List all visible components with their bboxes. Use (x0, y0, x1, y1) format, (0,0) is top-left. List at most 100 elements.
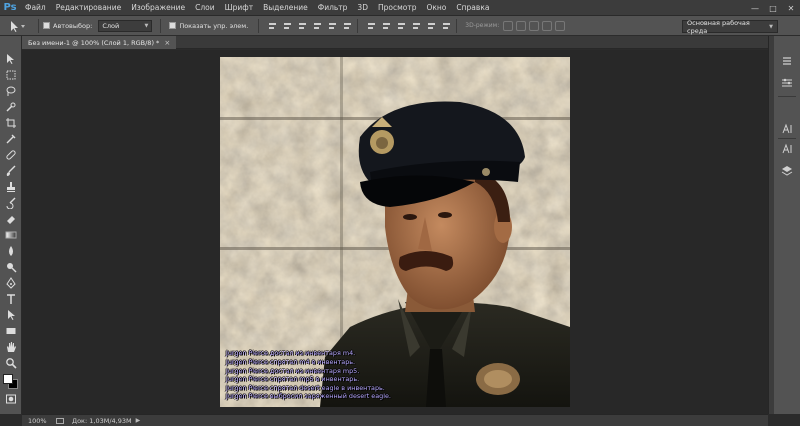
character-panel-icon[interactable] (780, 122, 794, 136)
status-menu-arrow-icon[interactable]: ▶ (136, 417, 141, 424)
scale-3d-icon[interactable] (555, 20, 566, 31)
slide-3d-icon[interactable] (542, 20, 553, 31)
zoom-tool-icon[interactable] (3, 356, 19, 370)
distribute-vcenter-icon[interactable] (381, 21, 392, 31)
distribute-group (366, 21, 452, 31)
properties-panel-icon[interactable] (780, 76, 794, 90)
menu-filter[interactable]: Фильтр (313, 0, 353, 16)
autoselect-dropdown[interactable]: Слой ▼ (98, 19, 153, 32)
menu-edit[interactable]: Редактирование (51, 0, 126, 16)
eyedropper-tool-icon[interactable] (3, 132, 19, 146)
clone-stamp-tool-icon[interactable] (3, 180, 19, 194)
align-bottom-icon[interactable] (297, 21, 308, 31)
chat-line: Jurgen Pierce достал из инвентаря m4. (226, 349, 356, 358)
menu-file[interactable]: Файл (20, 0, 51, 16)
distribute-right-icon[interactable] (441, 21, 452, 31)
foreground-color-swatch[interactable] (3, 374, 13, 384)
options-bar: Автовыбор: Слой ▼ Показать упр. элем. 3D… (0, 16, 800, 36)
workspace-value: Основная рабочая среда (687, 18, 750, 35)
separator (456, 18, 458, 33)
show-transform-checkbox[interactable] (169, 22, 177, 29)
document-canvas[interactable]: Jurgen Pierce достал из инвентаря m4. Ju… (220, 57, 570, 407)
chevron-down-icon: ▼ (144, 22, 149, 29)
move-tool-icon[interactable] (3, 52, 19, 66)
history-panel-icon[interactable] (780, 54, 794, 68)
separator (778, 96, 796, 97)
move-tool-preset-icon[interactable] (0, 16, 34, 36)
menu-bar: Ps Файл Редактирование Изображение Слои … (0, 0, 800, 16)
blur-tool-icon[interactable] (3, 244, 19, 258)
window-controls: — □ ✕ (746, 0, 800, 16)
quick-selection-tool-icon[interactable] (3, 100, 19, 114)
menu-select[interactable]: Выделение (258, 0, 313, 16)
roll-3d-icon[interactable] (516, 20, 527, 31)
chat-line: Jurgen Pierce спрятал mp5 в инвентарь. (226, 375, 360, 384)
layers-panel-icon[interactable] (780, 164, 794, 178)
document-tab-title: Без имени-1 @ 100% (Слой 1, RGB/8) * (28, 38, 160, 47)
history-brush-tool-icon[interactable] (3, 196, 19, 210)
separator (778, 138, 796, 139)
drag-3d-icon[interactable] (529, 20, 540, 31)
document-info: Док: 1,03M/4,93M (72, 416, 132, 425)
rectangle-tool-icon[interactable] (3, 324, 19, 338)
distribute-hcenter-icon[interactable] (426, 21, 437, 31)
brush-tool-icon[interactable] (3, 164, 19, 178)
status-bar: 100% Док: 1,03M/4,93M ▶ (22, 414, 768, 426)
menu-help[interactable]: Справка (451, 0, 494, 16)
hand-tool-icon[interactable] (3, 340, 19, 354)
zoom-level[interactable]: 100% (22, 417, 52, 425)
separator (258, 18, 260, 33)
rotate-3d-icon[interactable] (503, 20, 514, 31)
chat-line: Jurgen Pierce достал из инвентаря mp5. (226, 366, 360, 375)
chat-line: Jurgen Pierce выбросил заряженный desert… (226, 392, 391, 401)
align-left-icon[interactable] (312, 21, 323, 31)
autoselect-checkbox[interactable] (43, 22, 50, 29)
maximize-button[interactable]: □ (764, 0, 782, 16)
chat-line: Jurgen Pierce спрятал m4 в инвентарь. (226, 358, 356, 367)
distribute-bottom-icon[interactable] (396, 21, 407, 31)
align-group (267, 21, 353, 31)
autoselect-value: Слой (102, 21, 120, 30)
quick-mask-icon[interactable] (3, 392, 19, 406)
align-right-icon[interactable] (342, 21, 353, 31)
path-selection-tool-icon[interactable] (3, 308, 19, 322)
healing-brush-tool-icon[interactable] (3, 148, 19, 162)
photoshop-logo: Ps (3, 2, 17, 13)
pen-tool-icon[interactable] (3, 276, 19, 290)
separator (160, 18, 162, 33)
minimize-button[interactable]: — (746, 0, 764, 16)
align-hcenter-icon[interactable] (327, 21, 338, 31)
autoselect-label: Автовыбор: (53, 21, 93, 30)
menu-window[interactable]: Окно (421, 0, 451, 16)
crop-tool-icon[interactable] (3, 116, 19, 130)
marquee-tool-icon[interactable] (3, 68, 19, 82)
mode-3d-label: 3D-режим: (465, 22, 500, 29)
status-info-icon[interactable] (56, 417, 64, 424)
paragraph-panel-icon[interactable] (780, 142, 794, 156)
distribute-top-icon[interactable] (366, 21, 377, 31)
gradient-tool-icon[interactable] (3, 228, 19, 242)
document-tab-bar: Без имени-1 @ 100% (Слой 1, RGB/8) * × (22, 36, 768, 49)
menu-type[interactable]: Шрифт (220, 0, 258, 16)
menu-image[interactable]: Изображение (126, 0, 190, 16)
menu-3d[interactable]: 3D (352, 0, 373, 16)
chevron-down-icon: ▼ (769, 23, 773, 30)
close-button[interactable]: ✕ (782, 0, 800, 16)
dodge-tool-icon[interactable] (3, 260, 19, 274)
menu-layers[interactable]: Слои (190, 0, 220, 16)
distribute-left-icon[interactable] (411, 21, 422, 31)
panel-icon-strip (774, 36, 800, 414)
align-vcenter-icon[interactable] (282, 21, 293, 31)
lasso-tool-icon[interactable] (3, 84, 19, 98)
menu-view[interactable]: Просмотр (373, 0, 422, 16)
close-tab-icon[interactable]: × (164, 39, 170, 47)
eraser-tool-icon[interactable] (3, 212, 19, 226)
type-tool-icon[interactable] (3, 292, 19, 306)
workspace-dropdown[interactable]: Основная рабочая среда ▼ (682, 18, 778, 35)
show-transform-label: Показать упр. элем. (179, 21, 249, 30)
align-top-icon[interactable] (267, 21, 278, 31)
panel-dock (768, 36, 800, 414)
game-chat-log: Jurgen Pierce достал из инвентаря m4. Ju… (226, 349, 486, 401)
canvas-area: Jurgen Pierce достал из инвентаря m4. Ju… (22, 50, 768, 414)
document-tab[interactable]: Без имени-1 @ 100% (Слой 1, RGB/8) * × (22, 36, 177, 49)
